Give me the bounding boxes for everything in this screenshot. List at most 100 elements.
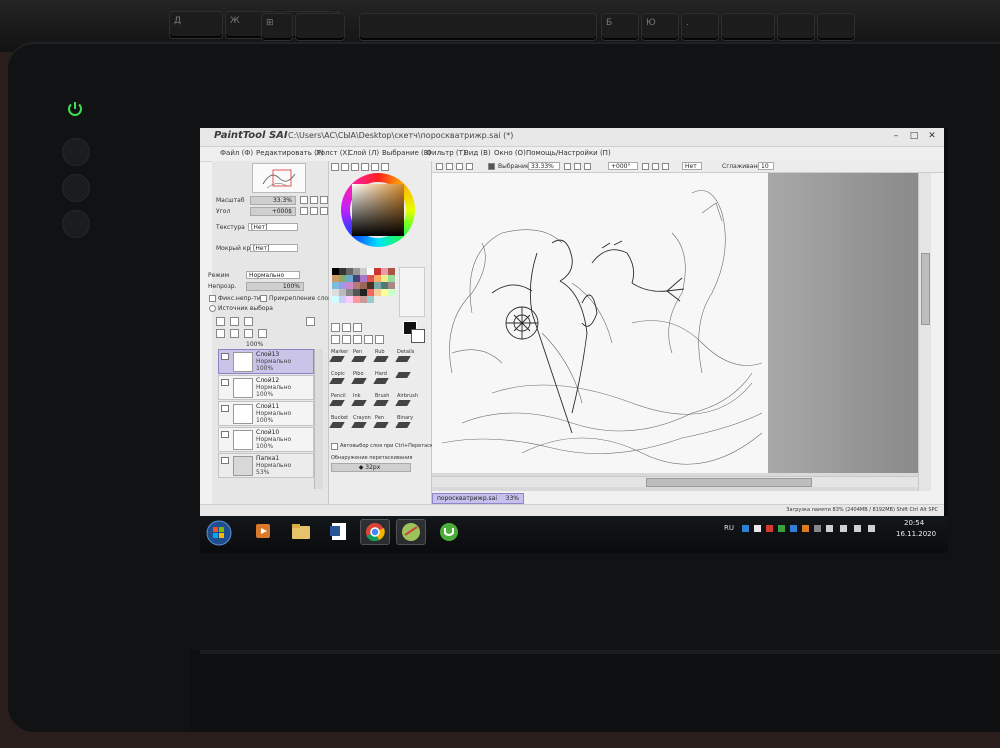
texture-dropdown[interactable]: [Нет]	[248, 223, 298, 231]
color-swatch[interactable]	[374, 282, 381, 289]
new-folder-icon[interactable]	[244, 317, 253, 326]
keyboard-language[interactable]: RU	[724, 524, 734, 532]
drawing-canvas[interactable]	[432, 173, 768, 473]
menu-edit[interactable]: Редактировать (Р)	[256, 149, 324, 157]
painttool-sai-icon[interactable]	[396, 519, 426, 545]
rotate-button[interactable]	[642, 163, 649, 170]
preserve-opacity-checkbox[interactable]	[209, 295, 216, 302]
close-button[interactable]: ✕	[926, 131, 938, 141]
blend-mode-dropdown[interactable]: Нормально	[246, 271, 300, 279]
scratchpad-tab-icon[interactable]	[371, 163, 379, 171]
layer-item[interactable]: Слой12 Нормально 100%	[218, 375, 314, 400]
tray-icon[interactable]	[814, 525, 821, 532]
tray-icon[interactable]	[826, 525, 833, 532]
clipping-checkbox[interactable]	[260, 295, 267, 302]
color-swatch[interactable]	[339, 296, 346, 303]
color-swatches[interactable]	[331, 267, 397, 317]
angle-slider[interactable]: +000$	[250, 207, 296, 216]
color-swatch[interactable]	[346, 275, 353, 282]
color-swatch[interactable]	[346, 268, 353, 275]
tool-ink[interactable]: Ink	[351, 393, 373, 415]
menu-help[interactable]: Помощь/Настройки (П)	[526, 149, 611, 157]
zoom-step-button[interactable]	[584, 163, 591, 170]
tool-bucket[interactable]: Bucket	[329, 415, 351, 437]
stabilizer-field[interactable]: 10	[758, 162, 774, 170]
layer-visibility-icon[interactable]	[221, 431, 229, 438]
color-swatch[interactable]	[339, 289, 346, 296]
color-swatch[interactable]	[374, 275, 381, 282]
zoom-tool-icon[interactable]	[342, 335, 351, 344]
scratchpad[interactable]	[399, 267, 425, 317]
color-swatch[interactable]	[360, 268, 367, 275]
layer-item[interactable]: Слой11 Нормально 100%	[218, 401, 314, 426]
color-swatch[interactable]	[332, 282, 339, 289]
layer-visibility-icon[interactable]	[221, 379, 229, 386]
media-player-icon[interactable]	[248, 519, 278, 545]
tool-brush[interactable]: Brush	[373, 393, 395, 415]
word-icon[interactable]	[324, 519, 354, 545]
user-color-tab-icon[interactable]	[381, 163, 389, 171]
tool-crayon[interactable]: Crayon	[351, 415, 373, 437]
rotate-right-button[interactable]	[310, 207, 318, 215]
zoom-step-button[interactable]	[574, 163, 581, 170]
menu-view[interactable]: Вид (В)	[464, 149, 491, 157]
color-swatch[interactable]	[339, 275, 346, 282]
flag-icon[interactable]	[868, 525, 875, 532]
tool-details[interactable]: Details	[395, 349, 417, 371]
color-swatch[interactable]	[367, 289, 374, 296]
horizontal-scroll-thumb[interactable]	[646, 478, 812, 487]
color-swatch[interactable]	[360, 296, 367, 303]
navigator-preview[interactable]	[252, 163, 306, 193]
color-swatch[interactable]	[353, 268, 360, 275]
clock-time[interactable]: 20:54	[904, 519, 924, 527]
vertical-scrollbar[interactable]	[918, 173, 931, 491]
tray-icon[interactable]	[754, 525, 761, 532]
tool-pen[interactable]: Pen	[351, 349, 373, 371]
rotate-reset-button[interactable]	[320, 207, 328, 215]
hsv-slider-tab-icon[interactable]	[351, 163, 359, 171]
network-icon[interactable]	[840, 525, 847, 532]
color-swatch[interactable]	[367, 268, 374, 275]
file-explorer-icon[interactable]	[286, 519, 316, 545]
color-swatch[interactable]	[346, 289, 353, 296]
color-swatch[interactable]	[360, 282, 367, 289]
tray-icon[interactable]	[778, 525, 785, 532]
menu-canvas[interactable]: Холст (Х)	[316, 149, 350, 157]
zoom-out-button[interactable]	[300, 196, 308, 204]
color-swatch[interactable]	[332, 289, 339, 296]
tray-icon[interactable]	[766, 525, 773, 532]
color-swatch[interactable]	[367, 282, 374, 289]
express-key[interactable]	[62, 138, 90, 166]
canvas-viewport[interactable]	[432, 173, 918, 491]
selection-source-checkbox[interactable]	[209, 305, 216, 312]
layer-visibility-icon[interactable]	[221, 353, 229, 360]
selection-tool-icon[interactable]	[331, 323, 340, 332]
start-button-icon[interactable]	[205, 519, 233, 547]
secondary-color-swatch[interactable]	[411, 329, 425, 343]
mode-field[interactable]: Нет	[682, 162, 702, 170]
layer-item[interactable]: Слой13 Нормально 100%	[218, 349, 314, 374]
rotate-button[interactable]	[652, 163, 659, 170]
rotate-left-button[interactable]	[300, 207, 308, 215]
zoom-in-button[interactable]	[310, 196, 318, 204]
merge-down-icon[interactable]	[230, 329, 239, 338]
minimize-button[interactable]: –	[890, 131, 902, 141]
tool-pibo[interactable]: Pibo	[351, 371, 373, 393]
tray-icon[interactable]	[802, 525, 809, 532]
tray-icon[interactable]	[790, 525, 797, 532]
tb-icon[interactable]	[456, 163, 463, 170]
color-swatch[interactable]	[346, 296, 353, 303]
document-tab[interactable]: пороскватрижр.sai 33%	[432, 493, 524, 504]
magic-wand-tool-icon[interactable]	[353, 323, 362, 332]
color-swatch[interactable]	[332, 268, 339, 275]
tool-marker[interactable]: Marker	[329, 349, 351, 371]
menu-layer[interactable]: Слой (Л)	[348, 149, 379, 157]
zoom-field[interactable]: 33.33%	[528, 162, 560, 170]
color-swatch[interactable]	[353, 289, 360, 296]
delete-layer-icon[interactable]	[258, 329, 267, 338]
angle-field[interactable]: +000°	[608, 162, 638, 170]
volume-icon[interactable]	[854, 525, 861, 532]
color-swatch[interactable]	[353, 296, 360, 303]
express-key[interactable]	[62, 174, 90, 202]
flip-button[interactable]	[662, 163, 669, 170]
